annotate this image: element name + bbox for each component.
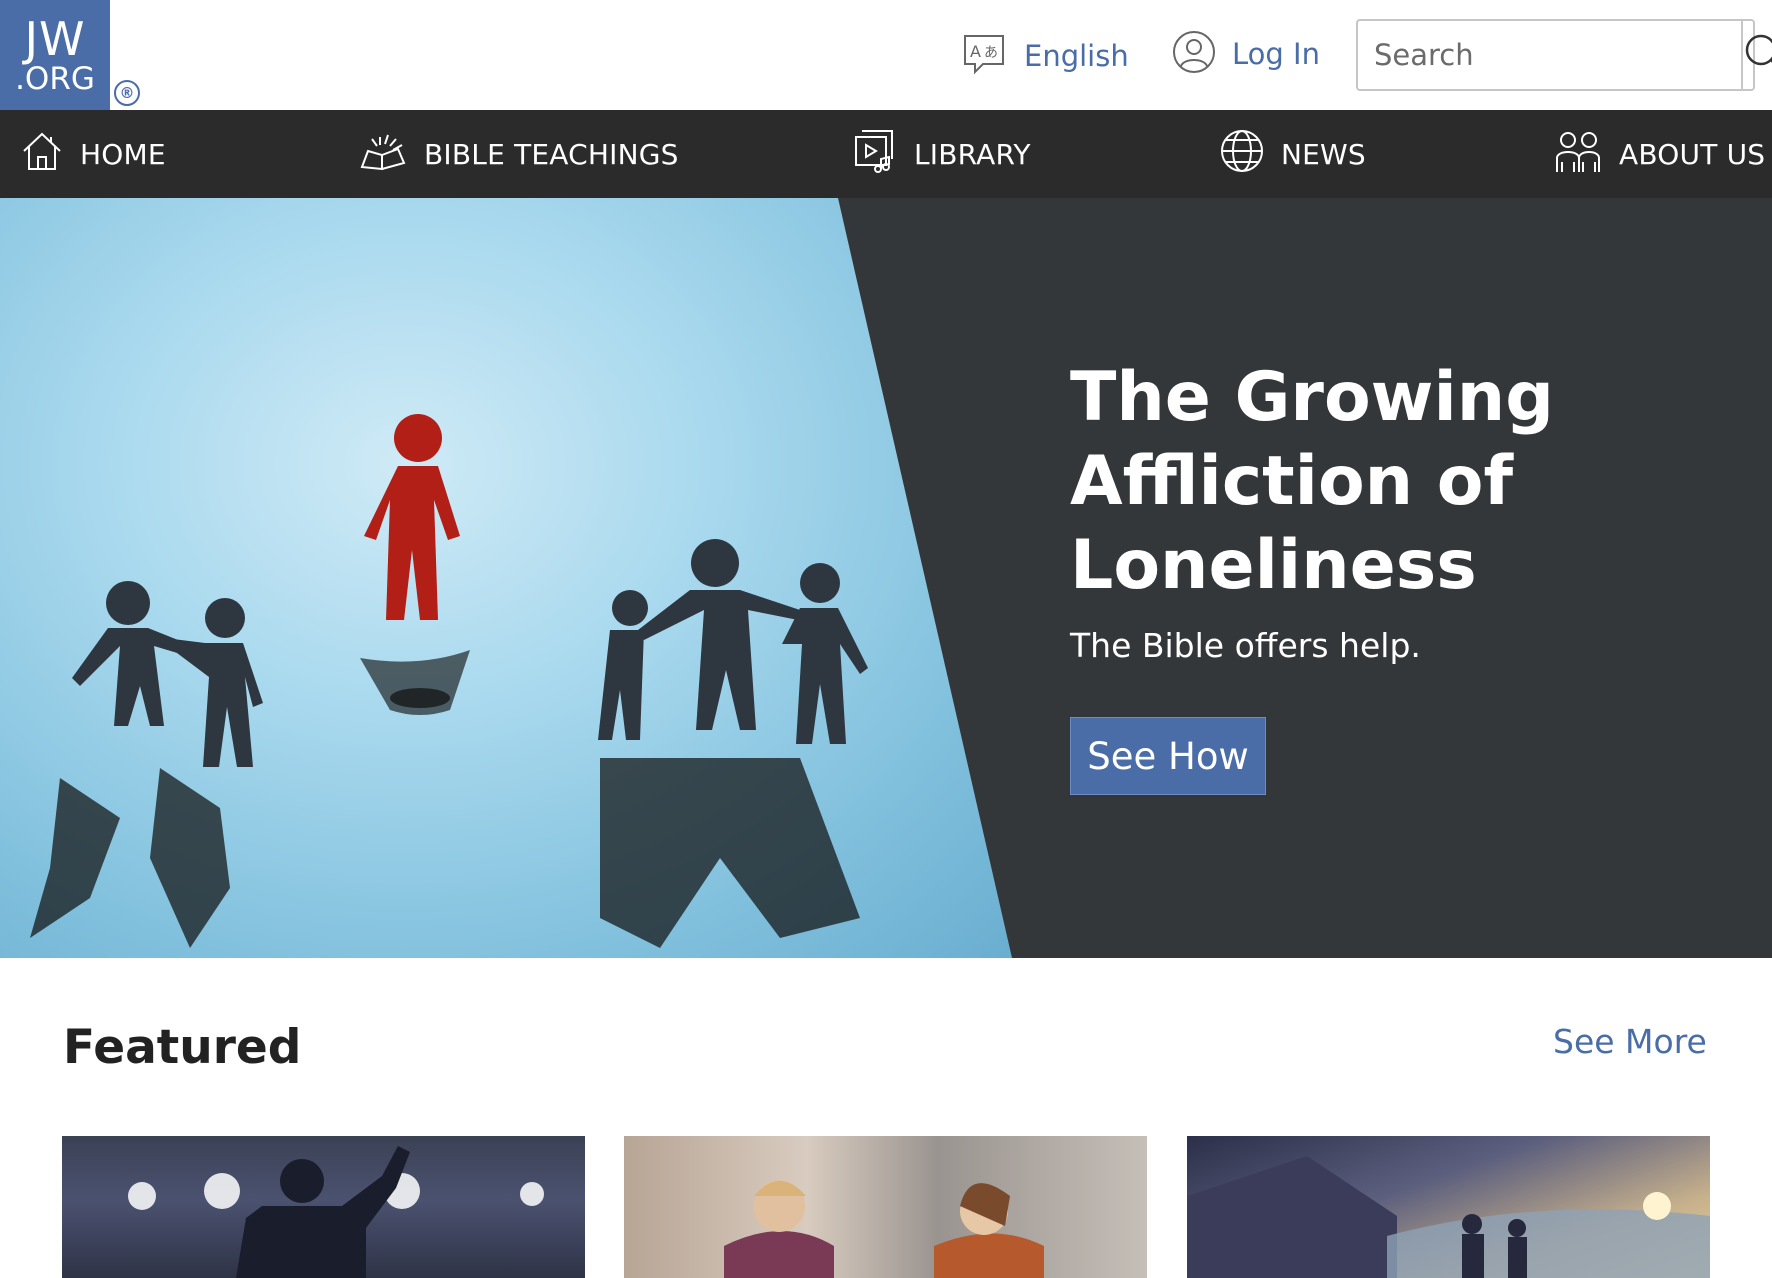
logo-text-jw: JW bbox=[24, 11, 86, 66]
see-more-link[interactable]: See More bbox=[1553, 1022, 1707, 1061]
hero-image[interactable] bbox=[0, 198, 1012, 958]
nav-item-bible-teachings[interactable]: BIBLE TEACHINGS bbox=[358, 110, 679, 198]
globe-icon bbox=[1219, 128, 1265, 181]
language-selector[interactable]: A あ English bbox=[962, 34, 1129, 78]
nav-item-home[interactable]: HOME bbox=[20, 110, 166, 198]
home-icon bbox=[20, 129, 64, 180]
login-label: Log In bbox=[1232, 37, 1320, 71]
svg-text:A: A bbox=[970, 42, 981, 61]
hero-banner: The Growing Affliction of Loneliness The… bbox=[0, 198, 1772, 958]
featured-card-2[interactable] bbox=[624, 1136, 1147, 1278]
nav-item-library[interactable]: LIBRARY bbox=[852, 110, 1031, 198]
featured-image-1 bbox=[128, 1146, 544, 1278]
search-icon bbox=[1743, 32, 1772, 78]
nav-item-news[interactable]: NEWS bbox=[1219, 110, 1366, 198]
search-box bbox=[1356, 19, 1772, 91]
paper-figures-illustration bbox=[30, 414, 868, 948]
search-button[interactable] bbox=[1741, 21, 1772, 89]
registered-mark: ® bbox=[114, 80, 140, 106]
translate-icon: A あ bbox=[962, 33, 1006, 79]
nav-item-label: HOME bbox=[80, 137, 166, 171]
media-library-icon bbox=[852, 127, 898, 182]
featured-image-2 bbox=[724, 1180, 1044, 1278]
hero-subtitle: The Bible offers help. bbox=[1070, 626, 1421, 665]
nav-item-label: LIBRARY bbox=[914, 137, 1031, 171]
see-how-button[interactable]: See How bbox=[1070, 717, 1266, 795]
jw-org-logo[interactable]: JW .ORG bbox=[0, 0, 110, 110]
featured-image-3 bbox=[1187, 1156, 1710, 1278]
user-circle-icon bbox=[1172, 30, 1216, 78]
nav-item-about-us[interactable]: ABOUT US bbox=[1553, 110, 1765, 198]
logo-text-org: .ORG bbox=[15, 60, 95, 97]
search-input[interactable] bbox=[1358, 21, 1741, 89]
featured-card-1[interactable] bbox=[62, 1136, 585, 1278]
open-bible-icon bbox=[358, 129, 408, 180]
nav-item-label: BIBLE TEACHINGS bbox=[424, 137, 679, 171]
nav-item-label: NEWS bbox=[1281, 137, 1366, 171]
featured-heading: Featured bbox=[63, 1020, 302, 1075]
site-header: JW .ORG ® A あ English Log In bbox=[0, 0, 1772, 110]
svg-text:あ: あ bbox=[984, 45, 998, 61]
people-icon bbox=[1553, 128, 1603, 181]
featured-card-3[interactable] bbox=[1187, 1136, 1710, 1278]
nav-item-label: ABOUT US bbox=[1619, 137, 1766, 171]
main-navigation: HOME BIBLE TEACHINGS LIBRARY NEWS ABOUT … bbox=[0, 110, 1772, 198]
login-link[interactable]: Log In bbox=[1172, 30, 1320, 78]
language-label: English bbox=[1024, 39, 1129, 73]
hero-title: The Growing Affliction of Loneliness bbox=[1070, 358, 1554, 605]
